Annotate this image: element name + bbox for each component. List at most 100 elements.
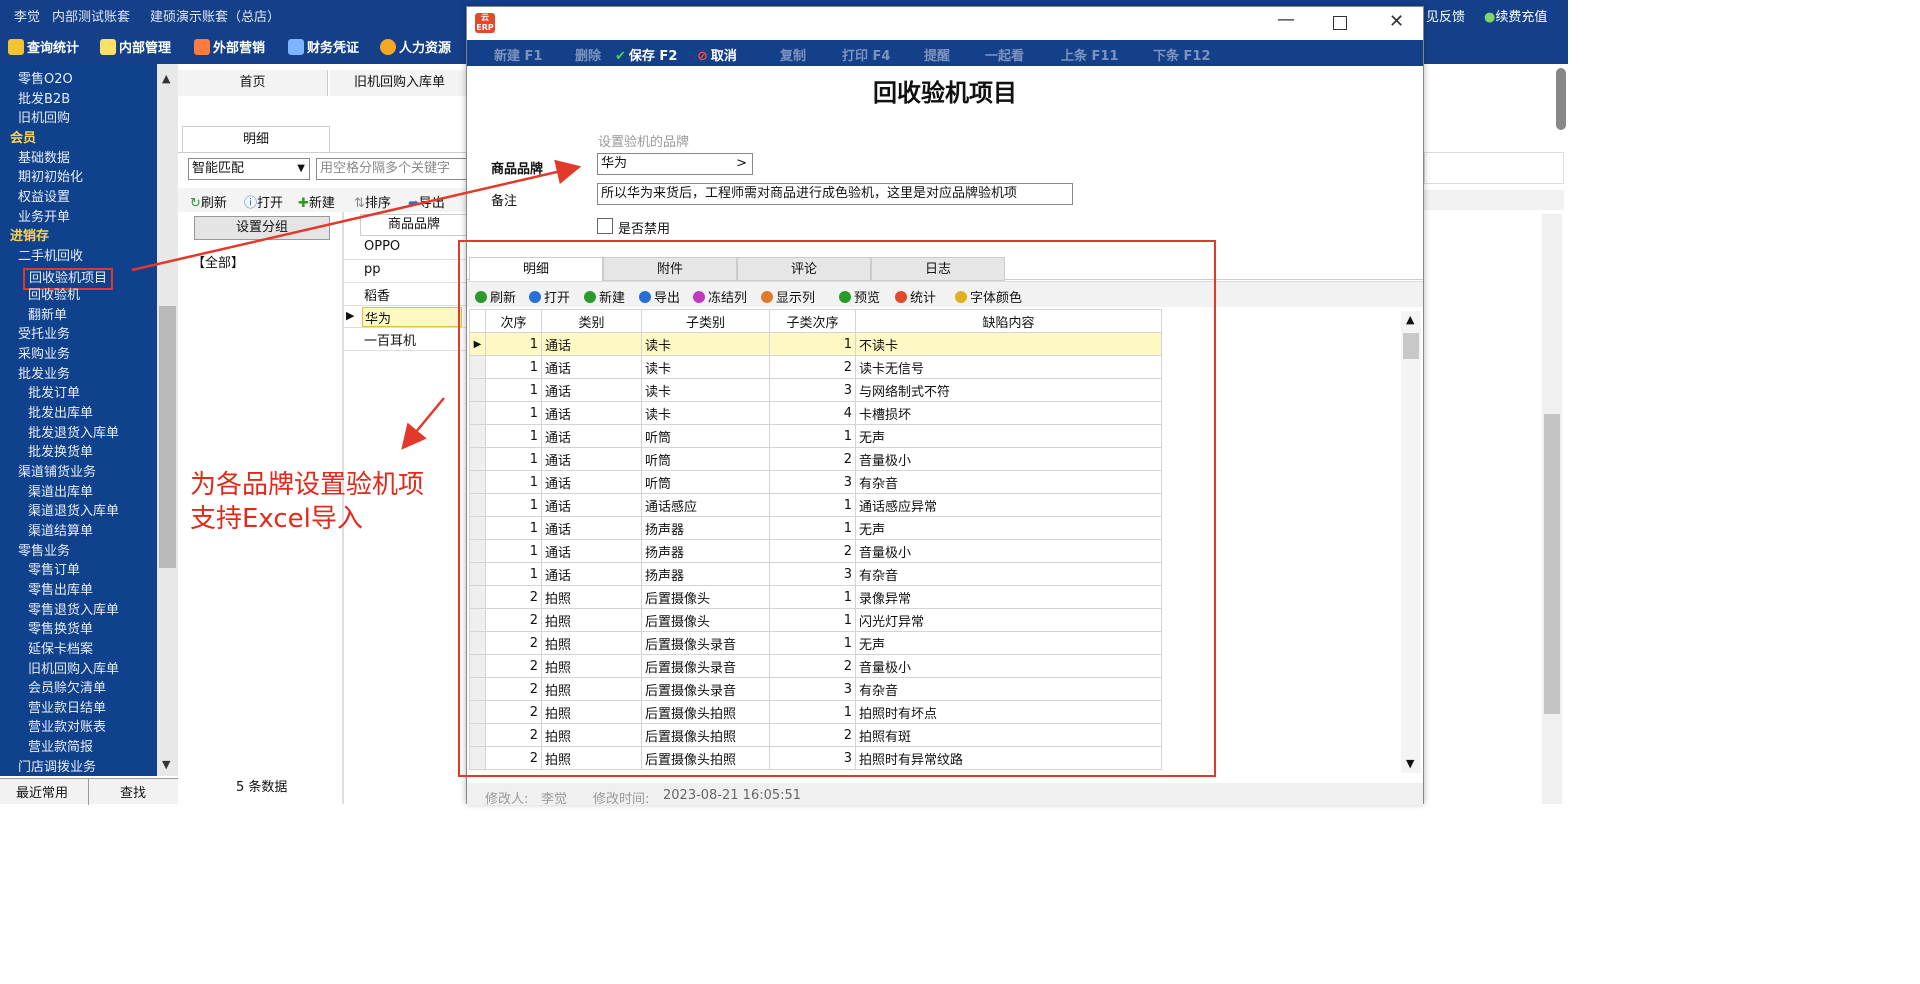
sidebar-item[interactable]: 批发退货入库单 bbox=[28, 425, 119, 443]
column-header[interactable]: 类别 bbox=[541, 309, 642, 333]
grid-tool-button[interactable]: 刷新 bbox=[475, 287, 516, 306]
row-header-cell[interactable] bbox=[469, 746, 486, 770]
tab-home[interactable]: 首页 bbox=[178, 70, 328, 96]
table-row[interactable]: 2 拍照 后置摄像头 1 闪光灯异常 bbox=[469, 608, 1162, 632]
sidebar-item[interactable]: 会员赊欠清单 bbox=[28, 680, 106, 698]
sidebar-item[interactable]: 翻新单 bbox=[28, 307, 67, 325]
current-row-icon[interactable]: ▶ bbox=[469, 332, 486, 356]
toolbar-button[interactable]: 新建 F1 bbox=[494, 45, 542, 64]
grid-tool-button[interactable]: 冻结列 bbox=[693, 287, 747, 306]
row-header-cell[interactable] bbox=[469, 447, 486, 471]
table-row[interactable]: ▶ 1 通话 读卡 1 不读卡 bbox=[469, 332, 1162, 356]
match-mode-select[interactable]: 智能匹配 ▼ bbox=[188, 158, 310, 180]
background-scroll-thumb[interactable] bbox=[1544, 414, 1560, 714]
toolbar-button[interactable]: 下条 F12 bbox=[1153, 45, 1211, 64]
sidebar-item[interactable]: 权益设置 bbox=[18, 189, 70, 207]
maximize-icon[interactable] bbox=[1333, 16, 1347, 30]
toolbar-button[interactable]: 上条 F11 bbox=[1061, 45, 1119, 64]
table-row[interactable]: 2 拍照 后置摄像头拍照 3 拍照时有异常纹路 bbox=[469, 746, 1162, 770]
sidebar-section-header[interactable]: 进销存 bbox=[10, 228, 49, 246]
export-button[interactable]: ➦导出 bbox=[408, 192, 445, 211]
sidebar-section-header[interactable]: 会员 bbox=[10, 130, 36, 148]
row-header-cell[interactable] bbox=[469, 539, 486, 563]
column-header[interactable]: 缺陷内容 bbox=[855, 309, 1162, 333]
sidebar-item[interactable]: 营业款对账表 bbox=[28, 719, 106, 737]
grid-tool-button[interactable]: 显示列 bbox=[761, 287, 815, 306]
table-row[interactable]: 1 通话 读卡 4 卡槽损坏 bbox=[469, 401, 1162, 425]
minimize-icon[interactable]: — bbox=[1277, 9, 1295, 30]
menu-marketing[interactable]: 外部营销 bbox=[194, 37, 265, 56]
menu-hr[interactable]: 人力资源 bbox=[380, 37, 451, 56]
sidebar-item[interactable]: 渠道出库单 bbox=[28, 484, 93, 502]
sidebar-item[interactable]: 受托业务 bbox=[18, 326, 70, 344]
column-header[interactable]: 子类次序 bbox=[769, 309, 856, 333]
sidebar-item[interactable]: 基础数据 bbox=[18, 150, 70, 168]
brand-row[interactable]: OPPO bbox=[344, 238, 468, 260]
feedback-link[interactable]: 见反馈 bbox=[1426, 6, 1465, 25]
table-row[interactable]: 1 通话 扬声器 3 有杂音 bbox=[469, 562, 1162, 586]
table-row[interactable]: 1 通话 听筒 2 音量极小 bbox=[469, 447, 1162, 471]
disabled-checkbox[interactable] bbox=[597, 218, 613, 234]
brand-row[interactable]: ▶ 华为 bbox=[344, 306, 468, 329]
brand-picker-button[interactable]: > bbox=[736, 154, 747, 174]
menu-internal[interactable]: 内部管理 bbox=[100, 37, 171, 56]
recharge-link[interactable]: ●续费充值 bbox=[1484, 6, 1547, 25]
brand-field[interactable]: 华为 > bbox=[597, 153, 753, 175]
tab-buyback-inbound[interactable]: 旧机回购入库单 bbox=[330, 70, 470, 96]
sidebar-item[interactable]: 延保卡档案 bbox=[28, 641, 93, 659]
table-row[interactable]: 1 通话 听筒 3 有杂音 bbox=[469, 470, 1162, 494]
sidebar-item[interactable]: 渠道退货入库单 bbox=[28, 503, 119, 521]
table-row[interactable]: 2 拍照 后置摄像头拍照 2 拍照有斑 bbox=[469, 723, 1162, 747]
row-header-cell[interactable] bbox=[469, 562, 486, 586]
row-header-cell[interactable] bbox=[469, 723, 486, 747]
row-header-cell[interactable] bbox=[469, 608, 486, 632]
sort-button[interactable]: ⇅排序 bbox=[354, 192, 391, 211]
sidebar-item[interactable]: 营业款日结单 bbox=[28, 700, 106, 718]
row-header-cell[interactable] bbox=[469, 677, 486, 701]
sidebar-item[interactable]: 渠道铺货业务 bbox=[18, 464, 96, 482]
refresh-button[interactable]: ↻刷新 bbox=[190, 192, 227, 211]
table-row[interactable]: 1 通话 读卡 2 读卡无信号 bbox=[469, 355, 1162, 379]
sidebar-item[interactable]: 渠道结算单 bbox=[28, 523, 93, 541]
toolbar-button[interactable]: 打印 F4 bbox=[842, 45, 890, 64]
toolbar-button[interactable]: ⊘ 取消 bbox=[697, 45, 737, 64]
tab-detail[interactable]: 明细 bbox=[182, 126, 330, 152]
sidebar-item[interactable]: 采购业务 bbox=[18, 346, 70, 364]
table-row[interactable]: 1 通话 扬声器 2 音量极小 bbox=[469, 539, 1162, 563]
grid-scrollbar[interactable]: ▲ ▼ bbox=[1401, 311, 1421, 773]
column-header[interactable]: 次序 bbox=[485, 309, 542, 333]
scroll-down-icon[interactable]: ▼ bbox=[1406, 757, 1414, 770]
tab-search[interactable]: 查找 bbox=[120, 782, 146, 801]
row-header-cell[interactable] bbox=[469, 631, 486, 655]
sidebar-item[interactable]: 批发订单 bbox=[28, 385, 80, 403]
background-scroll-thumb-top[interactable] bbox=[1556, 68, 1566, 130]
set-group-button[interactable]: 设置分组 bbox=[194, 216, 330, 240]
tab-comment[interactable]: 评论 bbox=[737, 257, 871, 281]
sidebar-item[interactable]: 营业款简报 bbox=[28, 739, 93, 757]
row-header-cell[interactable] bbox=[469, 424, 486, 448]
menu-query-stats[interactable]: 查询统计 bbox=[8, 37, 79, 56]
tab-detail[interactable]: 明细 bbox=[469, 257, 603, 281]
row-header-cell[interactable] bbox=[469, 401, 486, 425]
table-row[interactable]: 1 通话 读卡 3 与网络制式不符 bbox=[469, 378, 1162, 402]
grid-tool-button[interactable]: 统计 bbox=[895, 287, 936, 306]
table-row[interactable]: 1 通话 听筒 1 无声 bbox=[469, 424, 1162, 448]
sidebar-item[interactable]: 零售退货入库单 bbox=[28, 602, 119, 620]
sidebar-item[interactable]: 批发出库单 bbox=[28, 405, 93, 423]
column-header[interactable]: 子类别 bbox=[641, 309, 770, 333]
table-row[interactable]: 1 通话 通话感应 1 通话感应异常 bbox=[469, 493, 1162, 517]
grid-tool-button[interactable]: 新建 bbox=[584, 287, 625, 306]
tab-log[interactable]: 日志 bbox=[871, 257, 1005, 281]
sidebar-item[interactable]: 批发B2B bbox=[18, 91, 70, 109]
row-header-cell[interactable] bbox=[469, 378, 486, 402]
new-button[interactable]: ✚新建 bbox=[298, 192, 335, 211]
sidebar-item[interactable]: 期初初始化 bbox=[18, 169, 83, 187]
table-row[interactable]: 2 拍照 后置摄像头 1 录像异常 bbox=[469, 585, 1162, 609]
sidebar-item[interactable]: 门店调拨业务 bbox=[18, 759, 96, 776]
brand-row[interactable]: 稻香 bbox=[344, 284, 468, 306]
sidebar-item[interactable]: 回收验机 bbox=[28, 287, 80, 305]
sidebar-item[interactable]: 零售业务 bbox=[18, 543, 70, 561]
tab-recent[interactable]: 最近常用 bbox=[16, 782, 68, 801]
sidebar-item[interactable]: 业务开单 bbox=[18, 209, 70, 227]
keyword-search-input[interactable]: 用空格分隔多个关键字 bbox=[316, 158, 468, 180]
